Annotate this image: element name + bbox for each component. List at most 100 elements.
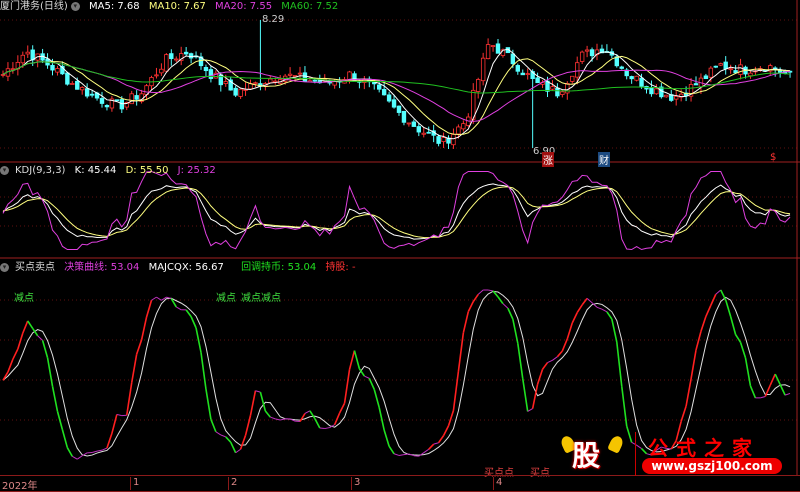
decision-line-segment xyxy=(473,294,478,301)
candle-body xyxy=(303,73,307,81)
decision-line-segment xyxy=(706,305,711,316)
decision-line-segment xyxy=(567,323,572,339)
decision-line-segment xyxy=(775,374,780,384)
decision-line-segment xyxy=(760,396,765,397)
candle-body xyxy=(739,65,743,75)
decision-line-segment xyxy=(523,379,528,412)
candle-body xyxy=(51,65,55,70)
decision-line-segment xyxy=(23,321,28,333)
decision-line-segment xyxy=(513,319,518,343)
dropdown-icon[interactable]: ▾ xyxy=(0,263,9,272)
candle-body xyxy=(491,46,495,47)
decision-line-segment xyxy=(186,310,191,317)
candle-body xyxy=(80,87,84,89)
decision-line-segment xyxy=(736,335,741,343)
decision-line-segment xyxy=(463,312,468,333)
candle-body xyxy=(174,59,178,60)
candle-body xyxy=(590,50,594,56)
ma5-value: MA5: 7.68 xyxy=(89,1,140,12)
decision-line-segment xyxy=(97,450,102,451)
decision-line-segment xyxy=(176,307,181,310)
dropdown-icon[interactable]: ▾ xyxy=(0,166,9,175)
kdj-d-value: D: 55.50 xyxy=(126,165,169,176)
decision-line-segment xyxy=(528,409,533,412)
ma10-value: MA10: 7.67 xyxy=(149,1,206,12)
candle-body xyxy=(417,127,421,132)
marker-cai[interactable]: 财 xyxy=(598,152,610,167)
decision-line-segment xyxy=(552,357,557,361)
candle-body xyxy=(387,95,391,101)
candle-body xyxy=(85,89,89,96)
decision-line-segment xyxy=(468,302,473,312)
candle-body xyxy=(635,76,639,80)
candle-body xyxy=(392,100,396,107)
marker-dollar[interactable]: $ xyxy=(770,152,776,163)
candle-body xyxy=(437,137,441,144)
decision-line-segment xyxy=(43,340,48,357)
decision-line-segment xyxy=(750,386,755,398)
hold-coin-value: 回调持币: 53.04 xyxy=(241,262,316,273)
decision-line-segment xyxy=(597,307,602,309)
candle-body xyxy=(422,133,426,134)
candle-body xyxy=(130,94,134,104)
marker-zhang[interactable]: 涨 xyxy=(542,152,554,167)
candle-body xyxy=(630,76,634,78)
decision-line-segment xyxy=(92,451,97,452)
decision-line-segment xyxy=(453,371,458,410)
candle-body xyxy=(570,76,574,81)
decision-line-segment xyxy=(617,342,622,386)
candle-body xyxy=(155,75,159,76)
candle-body xyxy=(204,67,208,70)
sell-label: 减点 xyxy=(14,289,34,304)
decision-line-segment xyxy=(8,359,13,372)
decision-line-segment xyxy=(538,369,543,384)
candle-body xyxy=(402,111,406,122)
candle-body xyxy=(452,134,456,144)
candle-body xyxy=(620,67,624,69)
axis-tick: 4 xyxy=(493,477,502,490)
decision-line-segment xyxy=(557,351,562,357)
logo-url: www.gszj100.com xyxy=(642,458,782,474)
candle-body xyxy=(224,82,228,84)
decision-line-segment xyxy=(414,456,419,457)
signal-pane-header: ▾买点卖点 决策曲线: 53.04 MAJCQX: 56.67 回调持币: 53… xyxy=(0,262,362,274)
dropdown-icon[interactable]: ▾ xyxy=(71,2,80,11)
decision-line-segment xyxy=(28,321,33,329)
decision-line-segment xyxy=(112,414,117,433)
axis-tick: 2022年 xyxy=(0,477,37,490)
decision-line-segment xyxy=(57,411,62,429)
candle-body xyxy=(486,45,490,59)
decision-line-segment xyxy=(686,379,691,406)
decision-line-segment xyxy=(265,411,270,417)
decision-line-segment xyxy=(439,436,444,443)
stock-title: 厦门港务(日线) xyxy=(0,1,68,12)
candle-body xyxy=(496,44,500,53)
candle-body xyxy=(56,69,60,73)
decision-line-segment xyxy=(369,378,374,389)
decision-line-segment xyxy=(478,290,483,294)
candle-body xyxy=(234,88,238,95)
candle-body xyxy=(209,70,213,79)
axis-tick: 2 xyxy=(228,477,237,490)
sell-label: 减点减点 xyxy=(241,289,281,304)
decision-line-segment xyxy=(320,428,325,429)
ma60-line xyxy=(3,62,790,93)
candle-body xyxy=(719,64,723,66)
decision-line-segment xyxy=(364,376,369,378)
decision-line-segment xyxy=(48,358,53,386)
decision-line-segment xyxy=(117,414,122,415)
candle-body xyxy=(575,63,579,77)
decision-line-segment xyxy=(404,454,409,455)
decision-line-segment xyxy=(399,455,404,456)
candle-body xyxy=(170,54,174,59)
decision-line-segment xyxy=(315,419,320,428)
decision-line-segment xyxy=(681,406,686,421)
chart-canvas[interactable] xyxy=(0,0,800,491)
decision-line-segment xyxy=(691,350,696,379)
decision-line-segment xyxy=(389,446,394,454)
logo-title: 公式之家 xyxy=(648,432,760,461)
candle-body xyxy=(254,83,258,84)
decision-line-segment xyxy=(543,363,548,370)
decision-line-segment xyxy=(241,435,246,449)
candle-body xyxy=(640,78,644,86)
